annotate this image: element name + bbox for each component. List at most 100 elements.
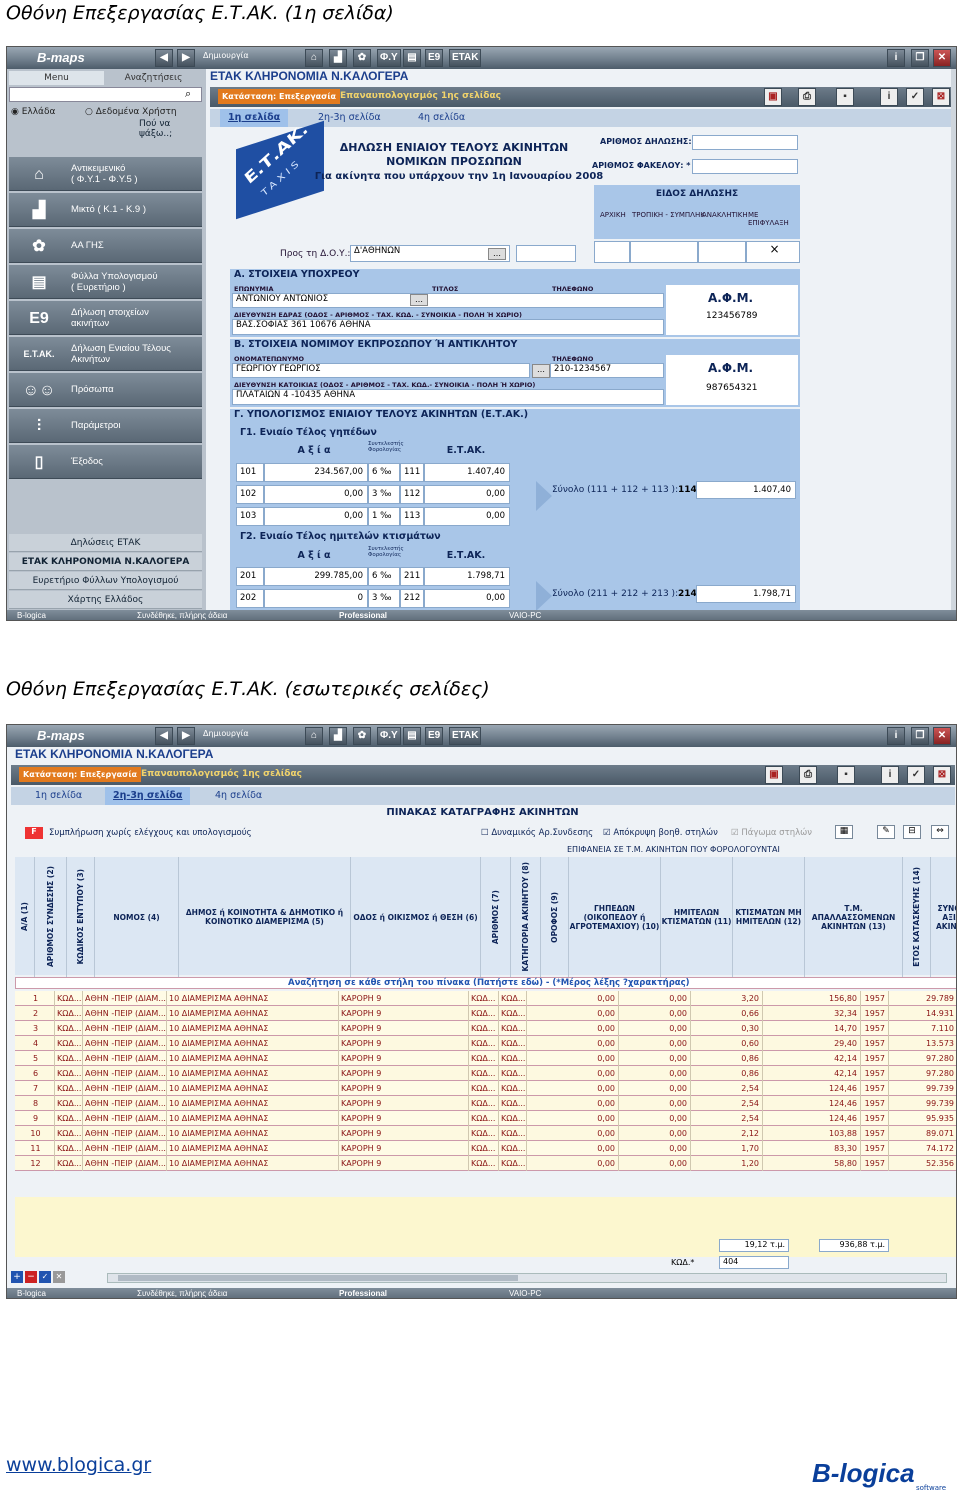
e9-button[interactable]: Ε9 [425,727,444,745]
table-row[interactable]: 2 ΚΩΔ... ΑΘΗΝ -ΠΕΙΡ (ΔΙΑΜ... 10 ΔΙΑΜΕΡΙΣΜΑ … [15,1006,956,1021]
table-cell[interactable]: ΚΩΔ... [55,1126,83,1141]
menu-item-6[interactable]: ☺☺ Πρόσωπα [9,373,202,407]
column-header-10[interactable]: ΓΗΠΕΔΩΝ (ΟΙΚΟΠΕΔΟΥ ή ΑΓΡΟΤΕΜΑΧΙΟΥ) (10) [569,857,661,977]
table-cell[interactable]: ΚΑΡΟΡΗ 9 [339,1111,469,1126]
table-cell[interactable]: 0,00 [619,1126,691,1141]
table-cell[interactable]: ΚΑΡΟΡΗ 9 [339,1081,469,1096]
table-row[interactable]: 9 ΚΩΔ... ΑΘΗΝ -ΠΕΙΡ (ΔΙΑΜ... 10 ΔΙΑΜΕΡΙΣΜΑ … [15,1111,956,1126]
table-cell[interactable]: ΚΑΡΟΡΗ 9 [339,1006,469,1021]
close-icon[interactable]: ✕ [933,727,951,745]
table-cell[interactable]: ΚΩΔ... [55,991,83,1006]
column-header-8[interactable]: ΚΑΤΗΓΟΡΙΑ ΑΚΙΝΗΤΟΥ (8) [511,857,541,977]
table-cell[interactable]: 5 [15,1051,55,1066]
table-cell[interactable]: 10 ΔΙΑΜΕΡΙΣΜΑ ΑΘΗΝΑΣ [167,1006,339,1021]
table-cell[interactable]: ΚΩΔ... [55,1081,83,1096]
table-cell[interactable]: 2,12 [691,1126,763,1141]
table-cell[interactable]: ΑΘΗΝ -ΠΕΙΡ (ΔΙΑΜ... [83,1081,167,1096]
table-cell[interactable]: ΚΩΔ... [469,1126,499,1141]
table-row[interactable]: 4 ΚΩΔ... ΑΘΗΝ -ΠΕΙΡ (ΔΙΑΜ... 10 ΔΙΑΜΕΡΙΣΜΑ … [15,1036,956,1051]
table-cell[interactable]: 95.935 [889,1111,956,1126]
table-cell[interactable]: 156,80 [763,991,861,1006]
table-cell[interactable]: ΑΘΗΝ -ΠΕΙΡ (ΔΙΑΜ... [83,1141,167,1156]
collapse-icon[interactable]: ⊟ [903,825,921,839]
table-cell[interactable]: ΚΩΔ... [499,1066,527,1081]
table-row[interactable]: 5 ΚΩΔ... ΑΘΗΝ -ΠΕΙΡ (ΔΙΑΜ... 10 ΔΙΑΜΕΡΙΣΜΑ … [15,1051,956,1066]
table-cell[interactable]: ΚΩΔ... [55,1036,83,1051]
name-input[interactable]: ΑΝΤΩΝΙΟΥ ΑΝΤΩΝΙΟΣ [232,293,664,308]
table-row[interactable]: 1 ΚΩΔ... ΑΘΗΝ -ΠΕΙΡ (ΔΙΑΜ... 10 ΔΙΑΜΕΡΙΣΜΑ … [15,991,956,1006]
search-row-hint[interactable]: Αναζήτηση σε κάθε στήλη του πίνακα (Πατή… [288,978,690,988]
f-button[interactable]: F [25,827,43,839]
create-button[interactable]: Δημιουργία [203,51,249,60]
type-initial-checkbox[interactable] [594,241,630,263]
table-cell[interactable]: 10 ΔΙΑΜΕΡΙΣΜΑ ΑΘΗΝΑΣ [167,1051,339,1066]
tab-page4[interactable]: 4η σελίδα [410,109,473,127]
table-cell[interactable]: ΚΑΡΟΡΗ 9 [339,1141,469,1156]
back-arrow-icon[interactable]: ◀ [155,49,173,67]
fy-button[interactable]: Φ.Υ [377,49,401,67]
table-cell[interactable]: 14,70 [763,1021,861,1036]
table-cell[interactable]: ΚΩΔ... [55,1111,83,1126]
restore-icon[interactable]: ❐ [911,49,929,67]
back-arrow-icon[interactable]: ◀ [155,727,173,745]
save-icon[interactable]: ▪ [836,88,854,106]
table-cell[interactable]: 1957 [861,1021,889,1036]
menu-item-7[interactable]: ⫶ Παράμετροι [9,409,202,443]
tree-icon[interactable]: ✿ [353,49,371,67]
table-cell[interactable]: 10 ΔΙΑΜΕΡΙΣΜΑ ΑΘΗΝΑΣ [167,1066,339,1081]
table-cell[interactable]: 1957 [861,1141,889,1156]
confirm-row-icon[interactable]: ✓ [39,1271,51,1283]
tree-icon[interactable]: ✿ [353,727,371,745]
table-cell[interactable]: 1957 [861,991,889,1006]
table-cell[interactable]: 99.739 [889,1081,956,1096]
table-cell[interactable]: 0,00 [527,991,619,1006]
etak-button[interactable]: ΕΤΑΚ [449,727,482,745]
type-revoking-checkbox[interactable] [698,241,746,263]
home-address-input[interactable]: ΠΛΑΤΑΙΩΝ 4 -10435 ΑΘΗΝΑ [232,389,664,405]
table-cell[interactable]: 11 [15,1141,55,1156]
table-cell[interactable]: ΚΩΔ... [55,1006,83,1021]
table-cell[interactable]: ΚΩΔ... [499,1081,527,1096]
table-cell[interactable]: 0,00 [527,1156,619,1171]
table-cell[interactable]: 3,20 [691,991,763,1006]
declaration-number-input[interactable] [692,135,798,150]
factory-icon[interactable]: ▟ [329,49,347,67]
table-cell[interactable]: ΚΑΡΟΡΗ 9 [339,1156,469,1171]
table-cell[interactable]: 1957 [861,1096,889,1111]
table-cell[interactable]: 97.280 [889,1066,956,1081]
table-cell[interactable]: ΑΘΗΝ -ΠΕΙΡ (ΔΙΑΜ... [83,1096,167,1111]
g2_rows-axia-cell[interactable]: 299.785,00 [264,567,368,586]
table-cell[interactable]: ΚΩΔ... [469,1081,499,1096]
scrollbar-thumb[interactable] [118,1275,518,1281]
table-cell[interactable]: 1957 [861,1036,889,1051]
tab-page4[interactable]: 4η σελίδα [207,787,270,805]
table-cell[interactable]: 1957 [861,1066,889,1081]
table-cell[interactable]: 1957 [861,1051,889,1066]
table-cell[interactable]: ΚΑΡΟΡΗ 9 [339,1096,469,1111]
table-cell[interactable]: ΑΘΗΝ -ΠΕΙΡ (ΔΙΑΜ... [83,1066,167,1081]
search-icon[interactable]: ⌕ [185,87,191,101]
fill-without-checks-label[interactable]: Συμπλήρωση χωρίς ελέγχους και υπολογισμο… [49,828,252,838]
table-cell[interactable]: ΚΩΔ... [469,1066,499,1081]
table-cell[interactable]: 0,00 [619,991,691,1006]
table-cell[interactable]: 10 ΔΙΑΜΕΡΙΣΜΑ ΑΘΗΝΑΣ [167,1021,339,1036]
column-header-12[interactable]: ΚΤΙΣΜΑΤΩΝ ΜΗ ΗΜΙΤΕΛΩΝ (12) [733,857,805,977]
table-cell[interactable]: ΚΩΔ... [469,1156,499,1171]
g1_rows-axia-cell[interactable]: 0,00 [264,485,368,504]
table-cell[interactable]: 1,20 [691,1156,763,1171]
table-cell[interactable]: 3 [15,1021,55,1036]
menu-item-0[interactable]: ⌂ Αντικειμενικό( Φ.Υ.1 - Φ.Υ.5 ) [9,157,202,191]
table-cell[interactable]: ΚΩΔ... [469,1021,499,1036]
home-icon[interactable]: ⌂ [305,49,323,67]
table-row[interactable]: 11 ΚΩΔ... ΑΘΗΝ -ΠΕΙΡ (ΔΙΑΜ... 10 ΔΙΑΜΕΡΙΣΜΑ… [15,1141,956,1156]
table-cell[interactable]: 124,46 [763,1096,861,1111]
afm-value[interactable]: 123456789 [706,311,758,321]
freeze-columns-checkbox[interactable]: ☑ Πάγωμα στηλών [731,828,812,838]
hide-helper-columns-checkbox[interactable]: ☑ Απόκρυψη βοηθ. στηλών [603,828,718,838]
table-cell[interactable]: ΑΘΗΝ -ΠΕΙΡ (ΔΙΑΜ... [83,1156,167,1171]
table-cell[interactable]: 10 ΔΙΑΜΕΡΙΣΜΑ ΑΘΗΝΑΣ [167,1141,339,1156]
info-icon[interactable]: i [887,49,905,67]
table-cell[interactable]: 10 ΔΙΑΜΕΡΙΣΜΑ ΑΘΗΝΑΣ [167,1036,339,1051]
print-icon[interactable]: ⎙ [798,88,816,106]
table-cell[interactable]: ΚΩΔ... [469,1111,499,1126]
